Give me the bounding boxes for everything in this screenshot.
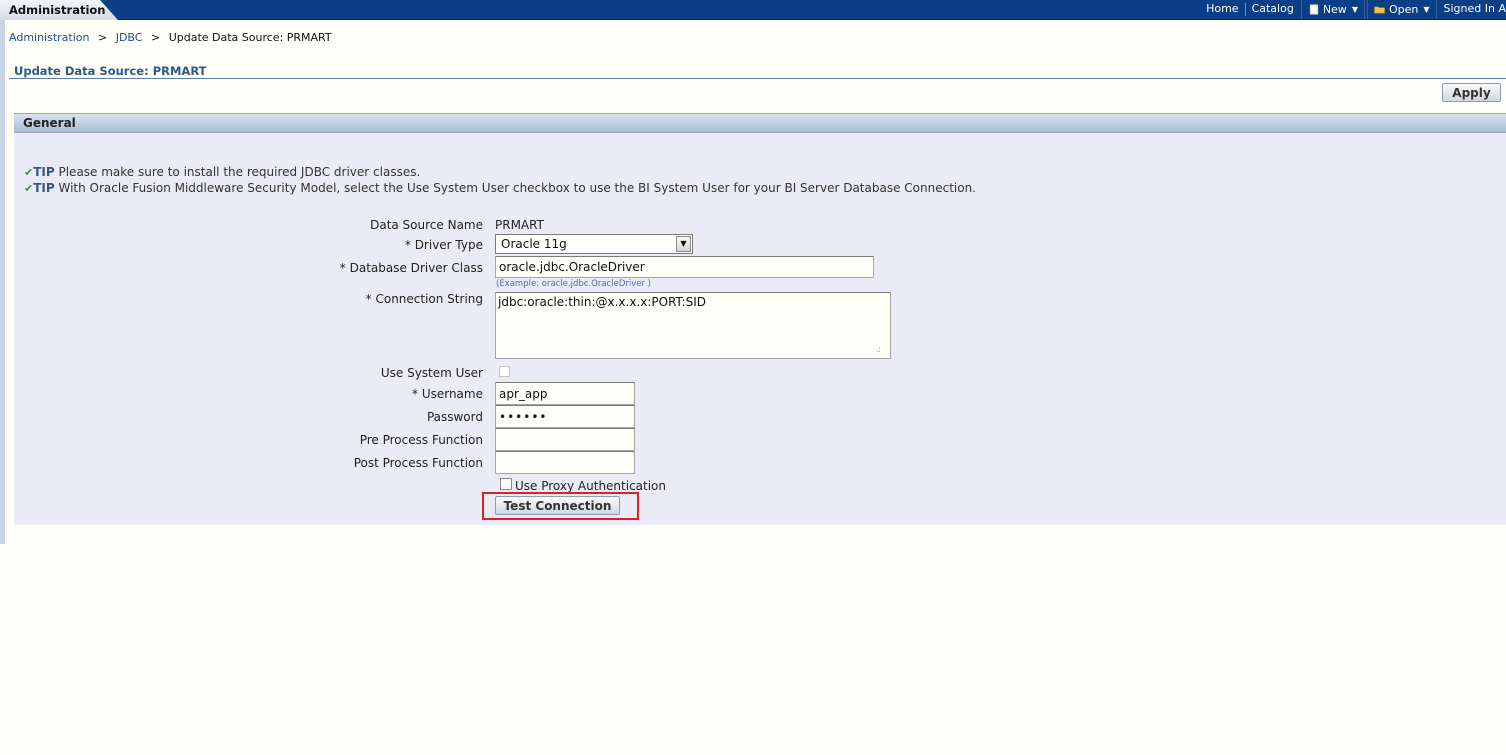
new-menu-button[interactable]: New ▼ [1300, 0, 1365, 19]
section-title: General [23, 116, 76, 130]
section-header: General [14, 113, 1506, 133]
left-edge-stripe [0, 20, 5, 544]
breadcrumb-administration[interactable]: Administration [9, 31, 90, 44]
proxy-auth-label: Use Proxy Authentication [515, 479, 667, 493]
driver-class-label: * Database Driver Class [339, 261, 483, 275]
breadcrumb-separator: > [150, 31, 161, 44]
breadcrumb-separator: > [98, 31, 108, 44]
title-divider [9, 78, 1506, 79]
driver-type-label: * Driver Type [404, 238, 483, 252]
pre-process-label: Pre Process Function [359, 433, 483, 447]
tip-label: TIP [33, 181, 55, 195]
app-tab-administration[interactable]: Administration [0, 0, 118, 20]
username-label: * Username [412, 387, 483, 401]
connection-string-label: * Connection String [365, 292, 483, 306]
driver-class-hint: (Example: oracle.jdbc.OracleDriver ) [496, 279, 651, 289]
new-document-icon [1309, 4, 1318, 15]
proxy-auth-checkbox[interactable] [500, 478, 512, 490]
driver-type-value: Oracle 11g [501, 237, 567, 251]
tip-driver-classes: ✔TIP Please make sure to install the req… [24, 165, 420, 179]
signed-in-menu[interactable]: Signed In A [1438, 0, 1506, 19]
data-source-name-label: Data Source Name [370, 218, 483, 232]
use-system-user-checkbox[interactable] [499, 366, 510, 377]
dropdown-arrow-icon[interactable]: ▼ [676, 236, 691, 252]
breadcrumb: Administration > JDBC > Update Data Sour… [9, 31, 332, 44]
password-label: Password [426, 410, 483, 424]
driver-class-input[interactable] [495, 256, 874, 278]
open-menu-button[interactable]: Open ▼ [1366, 0, 1437, 19]
chevron-down-icon: ▼ [1351, 5, 1358, 14]
app-tab-label: Administration [9, 3, 106, 17]
global-header: Administration Home Catalog New ▼ Open ▼… [0, 0, 1506, 20]
chevron-down-icon: ▼ [1423, 5, 1430, 14]
tip-label: TIP [33, 165, 55, 179]
data-source-name-value: PRMART [495, 218, 544, 232]
apply-button[interactable]: Apply [1442, 83, 1501, 102]
open-menu-label: Open [1388, 3, 1419, 16]
check-icon: ✔ [24, 182, 34, 195]
username-input[interactable] [495, 382, 635, 405]
resize-grip-icon[interactable]: .: [876, 345, 881, 355]
global-links: Home Catalog New ▼ Open ▼ Signed In A [1200, 0, 1506, 19]
home-link[interactable]: Home [1200, 0, 1244, 19]
open-folder-icon [1374, 6, 1385, 14]
driver-type-select[interactable]: Oracle 11g ▼ [495, 234, 693, 254]
catalog-link[interactable]: Catalog [1246, 0, 1300, 19]
check-icon: ✔ [24, 166, 34, 179]
pre-process-input[interactable] [495, 428, 635, 451]
tip-system-user: ✔TIP With Oracle Fusion Middleware Secur… [24, 181, 976, 195]
password-input[interactable] [495, 405, 635, 428]
post-process-label: Post Process Function [353, 456, 483, 470]
new-menu-label: New [1322, 3, 1347, 16]
tip-text: Please make sure to install the required… [54, 165, 421, 179]
post-process-input[interactable] [495, 451, 635, 474]
test-connection-button[interactable]: Test Connection [495, 496, 620, 515]
breadcrumb-current: Update Data Source: PRMART [168, 31, 332, 44]
use-system-user-label: Use System User [380, 366, 483, 380]
breadcrumb-jdbc[interactable]: JDBC [116, 31, 143, 44]
page-title: Update Data Source: PRMART [14, 64, 207, 78]
connection-string-textarea[interactable]: jdbc:oracle:thin:@x.x.x.x:PORT:SID [495, 292, 891, 359]
tip-text: With Oracle Fusion Middleware Security M… [54, 181, 976, 195]
